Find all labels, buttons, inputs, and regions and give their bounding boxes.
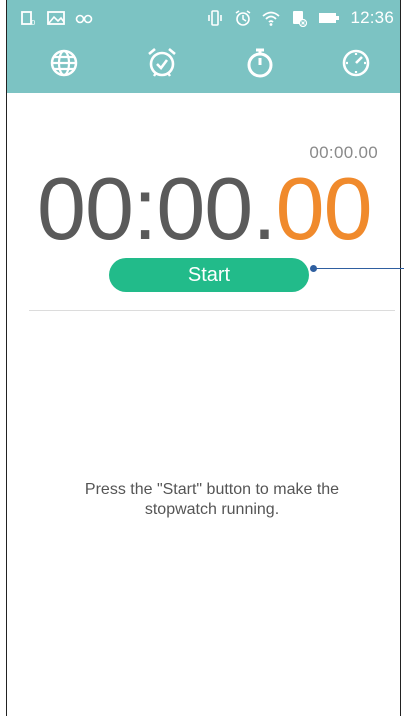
vibrate-icon: [208, 10, 223, 26]
status-time: 12:36: [350, 8, 394, 27]
alarm-icon: [236, 10, 251, 26]
status-bar: 0 12:36: [7, 0, 400, 38]
sim-icon: 0: [21, 11, 35, 27]
stopwatch-main-digits: 00:00.: [37, 159, 277, 258]
timer-icon: [342, 49, 370, 77]
stopwatch-icon: [247, 48, 273, 78]
data-icon: [293, 11, 308, 27]
stopwatch-hundredths: 00: [275, 159, 373, 258]
tab-timer[interactable]: [339, 46, 373, 80]
status-left: 0: [19, 9, 93, 27]
app-screen: 0 12:36 00:00.00 00:00.00 Start Press th…: [6, 0, 404, 716]
start-button[interactable]: Start: [109, 258, 309, 292]
tab-stopwatch[interactable]: [243, 46, 277, 80]
hint-text: Press the "Start" button to make the sto…: [84, 481, 340, 518]
image-icon: [47, 11, 65, 25]
stopwatch-display: 00:00.00: [37, 158, 397, 260]
glasses-icon: [75, 14, 93, 24]
wifi-icon: [262, 11, 281, 26]
globe-icon: [50, 49, 78, 77]
callout-line: [313, 268, 404, 269]
svg-text:0: 0: [31, 19, 35, 27]
tab-world-clock[interactable]: [47, 46, 81, 80]
battery-icon: [319, 13, 340, 23]
tab-bar: [7, 38, 400, 93]
status-right: 12:36: [206, 8, 394, 28]
alarm-clock-icon: [148, 48, 176, 77]
tab-alarm[interactable]: [145, 46, 179, 80]
divider: [29, 310, 395, 311]
